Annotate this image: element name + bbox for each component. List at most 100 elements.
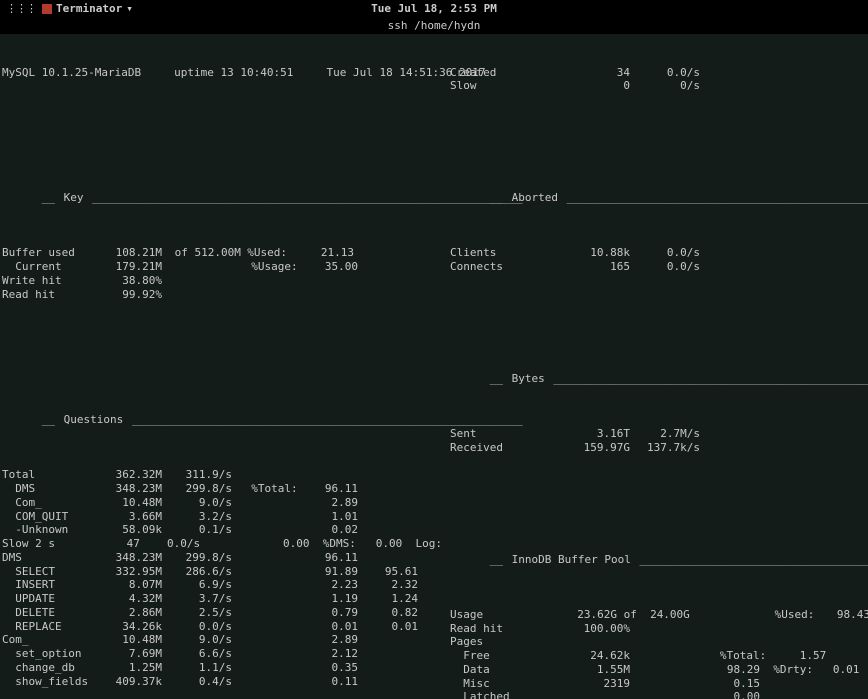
stat-row: Misc23190.15 xyxy=(450,677,868,691)
section-title-aborted: Aborted xyxy=(510,191,560,204)
section-title-questions: Questions xyxy=(62,413,126,426)
stat-label: -Unknown xyxy=(2,523,92,537)
stat-row: Usage23.62G of 24.00G %Used:98.43 xyxy=(450,608,868,622)
stat-value: 179.21M xyxy=(92,260,162,274)
stat-row: Total362.32M311.9/s xyxy=(2,468,442,482)
stat-row: Write hit38.80% xyxy=(2,274,442,288)
stat-row: Buffer used108.21M of 512.00M %Used:21.1… xyxy=(2,246,442,260)
stat-value: 348.23M xyxy=(92,482,162,496)
stat-rate: 2.7M/s xyxy=(630,427,700,441)
stat-pct: 96.11 xyxy=(298,551,358,565)
stat-label: UPDATE xyxy=(2,592,92,606)
stat-value: 38.80% xyxy=(92,274,162,288)
stat-pct: 2.89 xyxy=(298,496,358,510)
top-menu-bar: ⋮⋮⋮ Terminator ▾ Tue Jul 18, 2:53 PM xyxy=(0,0,868,18)
stat-label: Total xyxy=(2,468,92,482)
stat-label: show_fields xyxy=(2,675,92,689)
stat-value: 3.66M xyxy=(92,510,162,524)
stat-pct: 2.23 xyxy=(298,578,358,592)
stat-pct: 96.11 xyxy=(298,482,358,496)
stat-pct xyxy=(298,274,358,288)
section-questions: __ Questions ___________________________… xyxy=(2,400,442,441)
stat-value: 409.37k xyxy=(92,675,162,689)
stat-label: Slow xyxy=(450,79,550,93)
section-title-bytes: Bytes xyxy=(510,372,547,385)
stat-label: Created xyxy=(450,66,550,80)
stat-pct: 91.89 xyxy=(298,565,358,579)
stat-tag: %Usage: xyxy=(232,260,298,274)
stat-value: 34 xyxy=(550,66,630,80)
stat-tag: %Total: xyxy=(232,482,298,496)
app-menu-dropdown-icon[interactable]: ▾ xyxy=(126,2,133,16)
stat-row: Read hit99.92% xyxy=(2,288,442,302)
stat-rate: 0.0/s xyxy=(140,537,200,551)
stat-tail: %DMS: 0.00 Log: xyxy=(310,537,442,551)
stat-row: Created340.0/s xyxy=(450,66,868,80)
header-line: MySQL 10.1.25-MariaDB uptime 13 10:40:51… xyxy=(2,66,442,80)
stat-rate: 0.1/s xyxy=(162,523,232,537)
stat-label: Received xyxy=(450,441,550,455)
stat-label: Current xyxy=(2,260,92,274)
stat-rate: 299.8/s xyxy=(162,551,232,565)
stat-value: 1.25M xyxy=(92,661,162,675)
stat-pct2: 0.01 xyxy=(358,620,418,634)
apps-grid-icon[interactable]: ⋮⋮⋮ xyxy=(6,2,36,16)
stat-value: 58.09k xyxy=(92,523,162,537)
stat-row: Latched0.00 xyxy=(450,690,868,699)
section-title-ibp: InnoDB Buffer Pool xyxy=(510,553,633,566)
stat-row: show_fields409.37k0.4/s0.11 xyxy=(2,675,442,689)
stat-pct: 35.00 xyxy=(298,260,358,274)
stat-pct: 1.19 xyxy=(298,592,358,606)
stat-value: 8.07M xyxy=(92,578,162,592)
clock[interactable]: Tue Jul 18, 2:53 PM xyxy=(371,2,497,16)
stat-rate xyxy=(162,260,232,274)
stat-rate xyxy=(162,274,232,288)
stat-row: Slow00/s xyxy=(450,79,868,93)
stat-row: Slow 2 s470.0/s0.00 %DMS: 0.00 Log: xyxy=(2,537,442,551)
stat-label: DMS xyxy=(2,482,92,496)
stat-row: REPLACE34.26k0.0/s0.010.01 xyxy=(2,620,442,634)
stat-label: Read hit xyxy=(2,288,92,302)
stat-row: Received159.97G137.7k/s xyxy=(450,441,868,455)
stat-rate: 0.0/s xyxy=(630,260,700,274)
stat-value: 108.21M xyxy=(92,246,162,260)
terminal-output[interactable]: MySQL 10.1.25-MariaDB uptime 13 10:40:51… xyxy=(0,34,868,699)
stat-label: set_option xyxy=(2,647,92,661)
stat-pct: 0.35 xyxy=(298,661,358,675)
stat-value: 47 xyxy=(80,537,140,551)
stat-rate: 137.7k/s xyxy=(630,441,700,455)
stat-row: Com_10.48M9.0/s2.89 xyxy=(2,496,442,510)
stat-row: COM_QUIT3.66M3.2/s1.01 xyxy=(2,510,442,524)
app-title[interactable]: Terminator xyxy=(56,2,122,16)
stat-label: SELECT xyxy=(2,565,92,579)
stat-value: 0 xyxy=(550,79,630,93)
stat-label: Sent xyxy=(450,427,550,441)
stat-value: 34.26k xyxy=(92,620,162,634)
stat-row: Current179.21M %Usage:35.00 xyxy=(2,260,442,274)
stat-pct: 0.02 xyxy=(298,523,358,537)
stat-rate: 0/s xyxy=(630,79,700,93)
stat-label: Connects xyxy=(450,260,550,274)
stat-label: COM_QUIT xyxy=(2,510,92,524)
stat-label: INSERT xyxy=(2,578,92,592)
stat-row: change_db1.25M1.1/s0.35 xyxy=(2,661,442,675)
stat-of: of 512.00M xyxy=(162,246,228,260)
stat-row: DMS348.23M299.8/s %Total:96.11 xyxy=(2,482,442,496)
stat-rate: 2.5/s xyxy=(162,606,232,620)
stat-rate: 3.2/s xyxy=(162,510,232,524)
stat-rate: 0.0/s xyxy=(162,620,232,634)
stat-row: Connects1650.0/s xyxy=(450,260,868,274)
stat-pct2: 2.32 xyxy=(358,578,418,592)
right-column: Created340.0/sSlow00/s __ Aborted ______… xyxy=(442,38,868,695)
stat-value: 7.69M xyxy=(92,647,162,661)
stat-value: 159.97G xyxy=(550,441,630,455)
stat-row: DMS348.23M299.8/s96.11 xyxy=(2,551,442,565)
stat-rate: 286.6/s xyxy=(162,565,232,579)
stat-row: INSERT8.07M6.9/s2.232.32 xyxy=(2,578,442,592)
stat-row: Pages xyxy=(450,635,868,649)
left-column: MySQL 10.1.25-MariaDB uptime 13 10:40:51… xyxy=(2,38,442,695)
section-innodb-buffer-pool: __ InnoDB Buffer Pool __________________… xyxy=(450,539,868,580)
stat-value: 332.95M xyxy=(92,565,162,579)
stat-row: Read hit100.00% xyxy=(450,622,868,636)
stat-rate: 0.0/s xyxy=(630,66,700,80)
